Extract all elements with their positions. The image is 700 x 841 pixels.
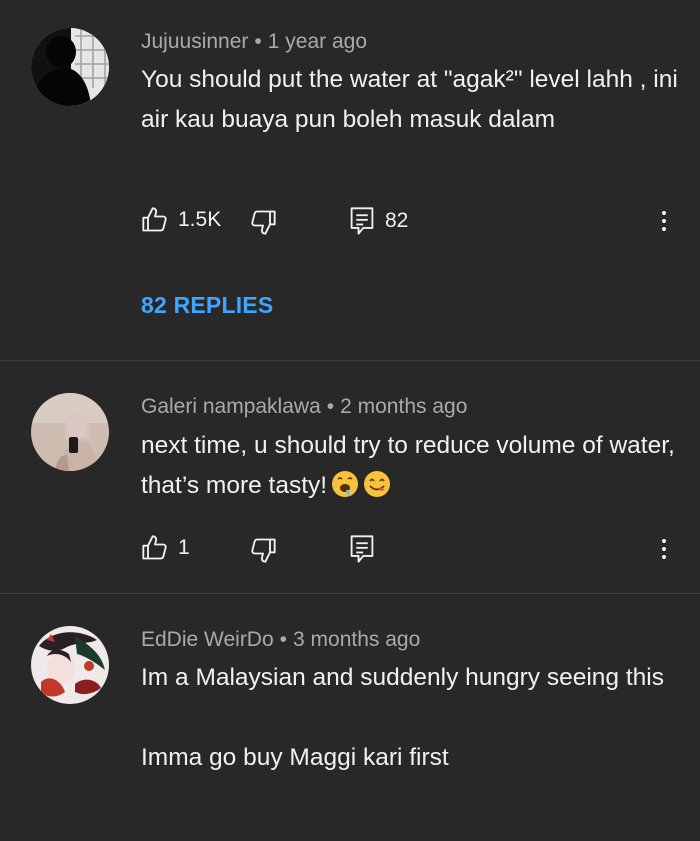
- comment-text: Im a Malaysian and suddenly hungry seein…: [141, 658, 681, 778]
- reply-button[interactable]: [348, 532, 376, 566]
- more-dot-icon: [662, 547, 666, 551]
- more-dot-icon: [662, 555, 666, 559]
- reply-count: 82: [385, 209, 409, 232]
- dislike-button[interactable]: [249, 205, 277, 239]
- like-button[interactable]: 1.5K: [141, 203, 221, 237]
- girl-selfie-avatar-icon: [31, 393, 109, 471]
- separator-dot: •: [279, 628, 288, 651]
- timestamp: 2 months ago: [340, 395, 468, 418]
- like-count: 1: [178, 536, 190, 559]
- thumbs-down-icon: [251, 538, 276, 563]
- drooling-face-emoji-icon: [331, 470, 359, 511]
- author-name[interactable]: Galeri nampaklawa: [141, 395, 321, 418]
- timestamp: 1 year ago: [267, 30, 368, 53]
- yum-face-emoji-icon: [363, 470, 391, 511]
- separator-dot: •: [326, 395, 335, 418]
- comment-text-line: Im a Malaysian and suddenly hungry seein…: [141, 664, 664, 691]
- comment-meta: Galeri nampaklawa • 2 months ago: [141, 395, 467, 419]
- comment-text-content: next time, u should try to reduce volume…: [141, 432, 675, 499]
- comment-reply-icon: [350, 535, 374, 563]
- more-options-button[interactable]: [652, 204, 676, 238]
- comment-text: You should put the water at "agak²" leve…: [141, 60, 681, 140]
- view-replies-link[interactable]: 82 REPLIES: [141, 292, 273, 319]
- like-count: 1.5K: [178, 208, 222, 231]
- avatar[interactable]: [31, 626, 109, 704]
- thumbs-up-icon: [142, 207, 167, 232]
- more-dot-icon: [662, 211, 666, 215]
- comment-reply-icon: [350, 207, 374, 235]
- more-options-button[interactable]: [652, 532, 676, 566]
- avatar[interactable]: [31, 393, 109, 471]
- reply-button[interactable]: 82: [348, 204, 408, 238]
- comment-meta: Jujuusinner • 1 year ago: [141, 30, 367, 54]
- author-name[interactable]: EdDie WeirDo: [141, 628, 274, 651]
- more-dot-icon: [662, 227, 666, 231]
- comment-text: next time, u should try to reduce volume…: [141, 426, 681, 511]
- timestamp: 3 months ago: [293, 628, 421, 651]
- comment-thread: Galeri nampaklawa • 2 months ago next time…: [0, 361, 700, 593]
- comment-text-line: Imma go buy Maggi kari first: [141, 744, 449, 771]
- comment-meta: EdDie WeirDo • 3 months ago: [141, 628, 420, 652]
- author-name[interactable]: Jujuusinner: [141, 30, 248, 53]
- comment-text-line: You should put the water at "agak²" leve…: [141, 66, 678, 133]
- thumbs-down-icon: [251, 210, 276, 235]
- more-dot-icon: [662, 539, 666, 543]
- thumbs-up-icon: [142, 535, 167, 560]
- silhouette-avatar-icon: [31, 28, 109, 106]
- avatar[interactable]: [31, 28, 109, 106]
- separator-dot: •: [254, 30, 262, 53]
- comment-text-line: next time, u should try to reduce volume…: [141, 426, 681, 511]
- like-button[interactable]: 1: [141, 531, 190, 565]
- anime-art-avatar-icon: [31, 626, 109, 704]
- dislike-button[interactable]: [249, 533, 277, 567]
- comment-thread: EdDie WeirDo • 3 months ago Im a Malaysian…: [0, 594, 700, 841]
- comment-thread: Jujuusinner • 1 year ago You should put th…: [0, 0, 700, 360]
- more-dot-icon: [662, 219, 666, 223]
